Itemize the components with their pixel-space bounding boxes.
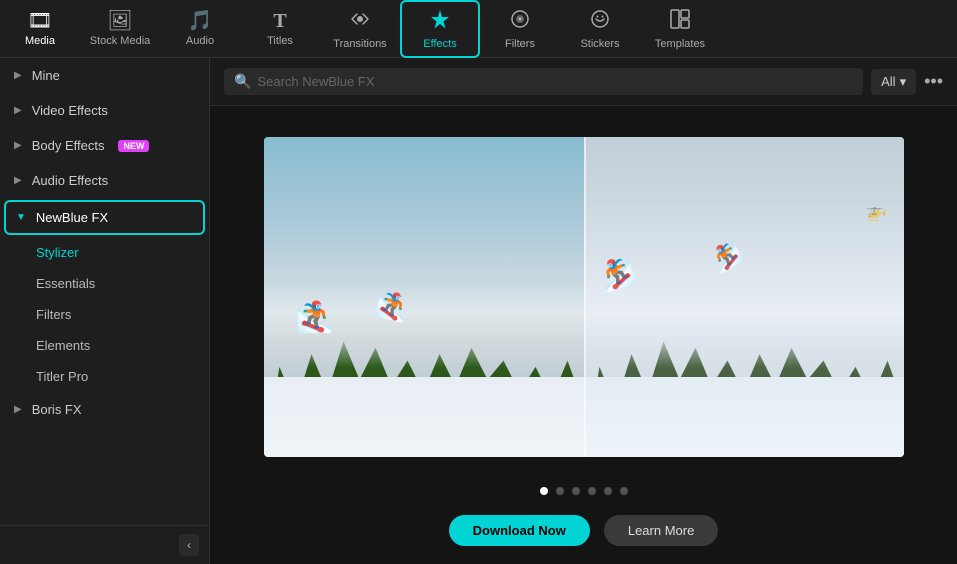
sidebar-item-mine-label: Mine bbox=[32, 68, 60, 83]
preview-left-panel: 🏂 🏂 bbox=[264, 137, 584, 457]
filters-label: Filters bbox=[36, 307, 71, 322]
bottom-actions: Download Now Learn More bbox=[210, 505, 957, 564]
search-bar: 🔍 All ▾ ••• bbox=[210, 58, 957, 106]
toolbar-item-effects[interactable]: Effects bbox=[400, 0, 480, 58]
preview-inner: 🏂 🏂 🏂 🏂 🚁 bbox=[264, 137, 904, 457]
essentials-label: Essentials bbox=[36, 276, 95, 291]
audio-label: Audio bbox=[186, 35, 214, 47]
effects-label: Effects bbox=[423, 38, 456, 50]
chevron-body-effects-icon: ▶ bbox=[14, 140, 22, 151]
pagination-dot-3[interactable] bbox=[572, 487, 580, 495]
filters-icon bbox=[509, 8, 531, 34]
learn-more-button[interactable]: Learn More bbox=[604, 515, 718, 546]
media-icon: 🎞 bbox=[27, 11, 52, 31]
preview-divider bbox=[584, 137, 586, 457]
chevron-down-icon: ▾ bbox=[900, 74, 907, 90]
sidebar-item-body-effects-label: Body Effects bbox=[32, 138, 105, 153]
pagination-dot-4[interactable] bbox=[588, 487, 596, 495]
sidebar-subitem-elements[interactable]: Elements bbox=[0, 330, 209, 361]
toolbar-item-templates[interactable]: Templates bbox=[640, 0, 720, 58]
filter-label: All bbox=[881, 74, 895, 89]
sidebar-collapse-section: ‹ bbox=[0, 525, 209, 564]
vehicle-icon: 🚁 bbox=[865, 201, 887, 222]
body-effects-new-badge: NEW bbox=[118, 140, 149, 152]
toolbar-item-titles[interactable]: T Titles bbox=[240, 0, 320, 58]
stock-media-label: Stock Media bbox=[90, 35, 151, 47]
snow-ground-right bbox=[584, 377, 904, 457]
sidebar-item-mine[interactable]: ▶ Mine bbox=[0, 58, 209, 93]
media-label: Media bbox=[25, 35, 55, 47]
titles-label: Titles bbox=[267, 35, 293, 47]
pagination-dots bbox=[210, 477, 957, 505]
chevron-newblue-fx-icon: ▼ bbox=[16, 212, 26, 223]
more-options-button[interactable]: ••• bbox=[924, 71, 943, 92]
sidebar: ▶ Mine ▶ Video Effects ▶ Body Effects NE… bbox=[0, 58, 210, 564]
stickers-label: Stickers bbox=[580, 38, 619, 50]
sidebar-item-newblue-fx-label: NewBlue FX bbox=[36, 210, 108, 225]
transitions-label: Transitions bbox=[333, 38, 386, 50]
toolbar-item-transitions[interactable]: Transitions bbox=[320, 0, 400, 58]
transitions-icon bbox=[349, 8, 371, 34]
pagination-dot-2[interactable] bbox=[556, 487, 564, 495]
sidebar-item-body-effects[interactable]: ▶ Body Effects NEW bbox=[0, 128, 209, 163]
snow-ground-left bbox=[264, 377, 584, 457]
sidebar-item-video-effects-label: Video Effects bbox=[32, 103, 108, 118]
sidebar-subitem-stylizer[interactable]: Stylizer bbox=[0, 237, 209, 268]
pagination-dot-5[interactable] bbox=[604, 487, 612, 495]
sidebar-item-boris-fx[interactable]: ▶ Boris FX bbox=[0, 392, 209, 427]
filter-dropdown[interactable]: All ▾ bbox=[871, 69, 916, 95]
main-area: ▶ Mine ▶ Video Effects ▶ Body Effects NE… bbox=[0, 58, 957, 564]
preview-right-panel: 🏂 🏂 🚁 bbox=[584, 137, 904, 457]
toolbar-item-filters[interactable]: Filters bbox=[480, 0, 560, 58]
sidebar-item-newblue-fx[interactable]: ▼ NewBlue FX bbox=[4, 200, 205, 235]
snowboarder-1: 🏂 bbox=[296, 300, 333, 335]
toolbar-item-stickers[interactable]: Stickers bbox=[560, 0, 640, 58]
sidebar-item-video-effects[interactable]: ▶ Video Effects bbox=[0, 93, 209, 128]
toolbar-item-stock-media[interactable]: 🖼 Stock Media bbox=[80, 0, 160, 58]
filters-label: Filters bbox=[505, 38, 535, 50]
chevron-boris-fx-icon: ▶ bbox=[14, 404, 22, 415]
toolbar: 🎞 Media 🖼 Stock Media 🎵 Audio T Titles T… bbox=[0, 0, 957, 58]
stylizer-label: Stylizer bbox=[36, 245, 79, 260]
search-input-wrap: 🔍 bbox=[224, 68, 863, 95]
content-area: 🔍 All ▾ ••• 🏂 🏂 bbox=[210, 58, 957, 564]
toolbar-item-media[interactable]: 🎞 Media bbox=[0, 0, 80, 58]
toolbar-item-audio[interactable]: 🎵 Audio bbox=[160, 0, 240, 58]
chevron-audio-effects-icon: ▶ bbox=[14, 175, 22, 186]
preview-area: 🏂 🏂 🏂 🏂 🚁 bbox=[210, 106, 957, 477]
stickers-icon bbox=[589, 8, 611, 34]
chevron-mine-icon: ▶ bbox=[14, 70, 22, 81]
pagination-dot-1[interactable] bbox=[540, 487, 548, 495]
sidebar-subitem-filters[interactable]: Filters bbox=[0, 299, 209, 330]
sidebar-item-audio-effects-label: Audio Effects bbox=[32, 173, 108, 188]
download-now-button[interactable]: Download Now bbox=[449, 515, 590, 546]
audio-icon: 🎵 bbox=[188, 11, 213, 31]
titles-icon: T bbox=[273, 11, 286, 31]
sidebar-subitem-essentials[interactable]: Essentials bbox=[0, 268, 209, 299]
templates-icon bbox=[669, 8, 691, 34]
search-icon: 🔍 bbox=[234, 73, 251, 90]
chevron-video-effects-icon: ▶ bbox=[14, 105, 22, 116]
effects-icon bbox=[429, 8, 451, 34]
elements-label: Elements bbox=[36, 338, 90, 353]
search-input[interactable] bbox=[257, 74, 853, 89]
stock-media-icon: 🖼 bbox=[107, 11, 132, 31]
pagination-dot-6[interactable] bbox=[620, 487, 628, 495]
preview-image: 🏂 🏂 🏂 🏂 🚁 bbox=[264, 137, 904, 457]
sidebar-subitem-titler-pro[interactable]: Titler Pro bbox=[0, 361, 209, 392]
templates-label: Templates bbox=[655, 38, 705, 50]
sidebar-item-boris-fx-label: Boris FX bbox=[32, 402, 82, 417]
titler-pro-label: Titler Pro bbox=[36, 369, 88, 384]
sidebar-collapse-button[interactable]: ‹ bbox=[179, 534, 199, 556]
sidebar-item-audio-effects[interactable]: ▶ Audio Effects bbox=[0, 163, 209, 198]
